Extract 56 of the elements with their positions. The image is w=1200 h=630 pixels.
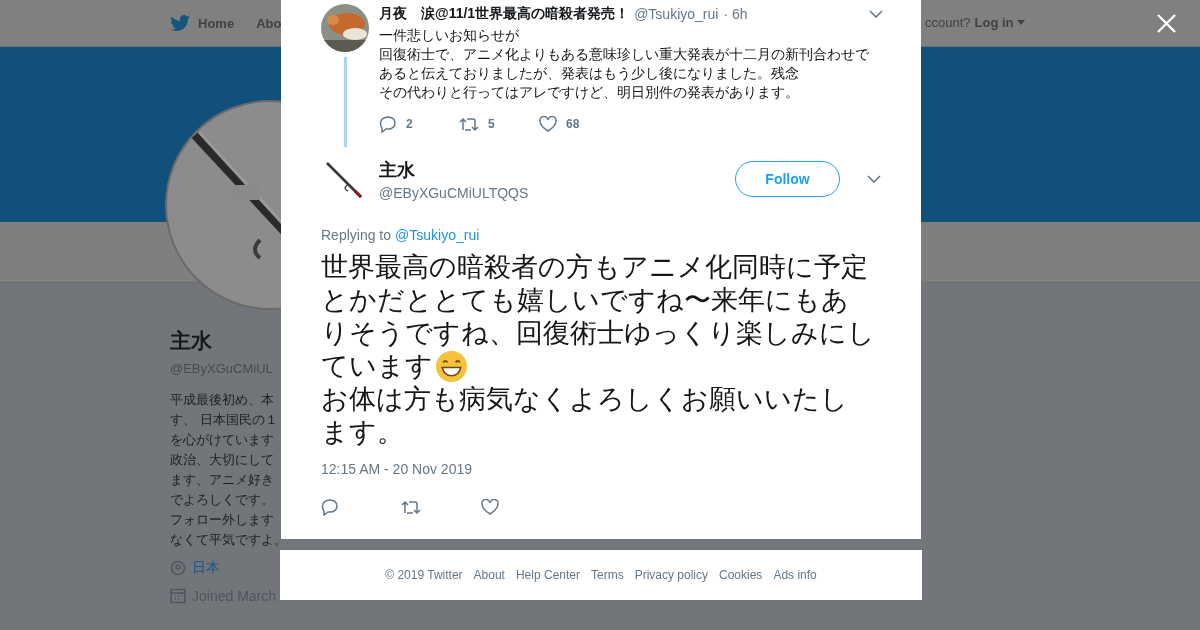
author-handle: @EByXGuCMiULTQQS xyxy=(379,184,530,201)
retweet-icon[interactable] xyxy=(459,116,479,132)
chevron-down-icon[interactable] xyxy=(869,10,883,18)
nav-link[interactable]: Home xyxy=(170,15,235,31)
replying-label: Replying to xyxy=(321,227,392,243)
follow-button[interactable]: Follow xyxy=(735,161,840,197)
caret-down-icon xyxy=(1016,20,1025,25)
account-prompt: ccount? xyxy=(925,15,971,30)
like-count: 68 xyxy=(566,117,580,131)
footer-link[interactable]: Terms xyxy=(591,568,624,582)
chevron-down-icon[interactable] xyxy=(867,175,881,183)
author-name: 月夜 涙@11/1世界最高の暗殺者発売！ xyxy=(379,5,630,23)
bird-icon xyxy=(170,15,190,31)
tweet-text-line: ます。 xyxy=(321,416,404,449)
tweet-text-line: お体は方も病気なくよろしくお願いいたし xyxy=(321,383,848,416)
footer-link[interactable]: Help Center xyxy=(515,568,580,582)
retweet-count: 5 xyxy=(488,117,495,131)
bio-line: ます、アニメ好き xyxy=(170,471,274,489)
retweet-icon[interactable] xyxy=(401,499,421,515)
footer-link[interactable]: © 2019 Twitter xyxy=(385,568,463,582)
bio-line: 平成最後初め、本 xyxy=(170,391,274,409)
author-name: 主水 xyxy=(379,158,416,182)
nav-link[interactable]: Abo xyxy=(256,15,282,31)
tweet-time: · 6h xyxy=(723,6,748,22)
bio-line: フォロー外します xyxy=(170,511,274,529)
footer-link[interactable]: Ads info xyxy=(773,568,817,582)
profile-name: 主水 xyxy=(170,328,212,354)
tweet-text-line: ています xyxy=(321,350,433,383)
reply-icon[interactable] xyxy=(321,498,339,516)
bio-line: す、 日本国民の１ xyxy=(170,411,278,429)
tweet-text-line: その代わりと行ってはアレですけど、明日別件の発表があります。 xyxy=(379,83,800,102)
tweet-text-line: りそうですね、回復術士ゆっくり楽しみにし xyxy=(321,317,875,350)
reply-count: 2 xyxy=(406,117,413,131)
tweet-text-line: 一件悲しいお知らせが xyxy=(379,26,520,45)
heart-icon[interactable] xyxy=(481,499,499,515)
grinning-emoji-icon xyxy=(435,350,468,383)
mention-link[interactable]: @Tsukiyo_rui xyxy=(395,227,480,243)
bio-line: を心がけています xyxy=(170,431,274,449)
calendar-icon xyxy=(170,588,186,604)
footer-link[interactable]: Cookies xyxy=(719,568,763,582)
tweet-timestamp: 12:15 AM - 20 Nov 2019 xyxy=(321,461,473,477)
tweet-text-line: あると伝えておりましたが、発表はもう少し後になりました。残念 xyxy=(379,64,800,83)
bio-line: でよろしくです。 xyxy=(170,491,274,509)
login-link[interactable]: Log in xyxy=(974,15,1025,30)
bio-line: なくて平気ですよ。 xyxy=(170,531,287,549)
tweet-text-line: 世界最高の暗殺者の方もアニメ化同時に予定 xyxy=(321,251,868,284)
location-pin-icon xyxy=(170,560,186,576)
close-icon[interactable] xyxy=(1157,14,1176,33)
author-handle: @Tsukiyo_rui xyxy=(634,6,719,22)
tweet-text-line: とかだととても嬉しいですね〜来年にもあ xyxy=(321,284,849,317)
heart-icon[interactable] xyxy=(539,116,557,132)
footer-link[interactable]: Privacy policy xyxy=(634,568,708,582)
tweet-text-line: 回復術士で、アニメ化よりもある意味珍しい重大発表が十二月の新刊合わせで xyxy=(379,45,870,64)
footer-link[interactable]: About xyxy=(473,568,505,582)
reply-icon[interactable] xyxy=(379,115,397,133)
bio-line: 政治、大切にして xyxy=(170,451,274,469)
